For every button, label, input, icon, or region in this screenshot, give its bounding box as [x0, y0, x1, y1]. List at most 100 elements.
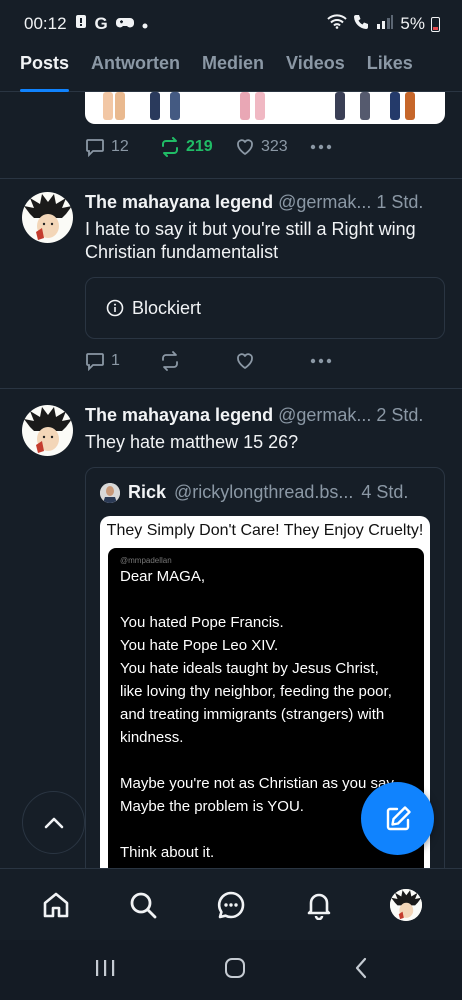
nav-chat[interactable]: [201, 875, 261, 935]
tab-medien[interactable]: Medien: [202, 48, 264, 92]
nav-notifications[interactable]: [289, 875, 349, 935]
signal-icon: [376, 14, 394, 34]
repost-button[interactable]: 219: [160, 137, 235, 157]
like-button[interactable]: 323: [235, 137, 310, 157]
profile-tabs: Posts Antworten Medien Videos Likes: [0, 48, 462, 92]
avatar[interactable]: [22, 405, 73, 456]
home-icon: [43, 892, 69, 917]
chevron-up-icon: [44, 817, 63, 828]
wifi-icon: [327, 14, 348, 34]
more-button[interactable]: [310, 144, 385, 150]
illustration-figure: [390, 92, 400, 120]
chat-icon: [217, 891, 245, 918]
heart-icon: [237, 353, 253, 369]
avatar[interactable]: [22, 192, 73, 243]
illustration-figure: [240, 92, 250, 120]
post-header: The mahayana legend @germak... 2 Std.: [85, 405, 450, 426]
reply-icon: [86, 139, 104, 157]
heart-icon: [237, 139, 253, 155]
author-handle[interactable]: @germak...: [278, 405, 371, 425]
post-text: I hate to say it but you're still a Righ…: [85, 219, 416, 262]
meme-gap: [120, 749, 414, 772]
status-bar: 00:12 G 5%: [0, 0, 462, 48]
quote-author[interactable]: Rick: [128, 482, 166, 503]
profile-avatar: [390, 888, 423, 921]
reply-button[interactable]: 12: [85, 137, 160, 157]
author-name[interactable]: The mahayana legend: [85, 405, 273, 425]
compose-icon: [386, 805, 411, 830]
search-icon: [130, 892, 157, 918]
illustration-figure: [405, 92, 415, 120]
more-icon: [310, 144, 332, 150]
status-time: 00:12: [24, 14, 67, 33]
illustration-figure: [360, 92, 370, 120]
meme-line: and treating immigrants (strangers) with: [120, 706, 385, 723]
quote-handle[interactable]: @rickylongthread.bs...: [174, 482, 353, 503]
tab-posts[interactable]: Posts: [20, 48, 70, 92]
meme-line: like loving thy neighbor, feeding the po…: [120, 683, 392, 700]
back-button[interactable]: [354, 957, 368, 984]
post-image[interactable]: [85, 92, 445, 124]
repost-icon: [162, 351, 178, 371]
nav-home[interactable]: [26, 875, 86, 935]
reply-count: 12: [111, 138, 129, 155]
post-time: 1 Std.: [376, 192, 424, 212]
tab-likes[interactable]: Likes: [367, 48, 413, 92]
compose-button[interactable]: [361, 782, 434, 855]
like-count: 323: [261, 138, 288, 155]
battery-icon: [431, 16, 440, 32]
blocked-embed[interactable]: Blockiert: [85, 277, 445, 339]
quote-time: 4 Std.: [361, 482, 409, 502]
gamepad-icon: [115, 14, 134, 34]
status-right: 5%: [327, 14, 440, 35]
meme-line: Dear MAGA,: [120, 568, 206, 585]
like-button[interactable]: [235, 351, 310, 371]
illustration-figure: [115, 92, 125, 120]
post-header: The mahayana legend @germak... 1 Std.: [85, 192, 450, 213]
meme-line: Maybe you're not as Christian as you say…: [120, 775, 397, 792]
feed: 12 219 323 The mahayana legend @germak..…: [0, 92, 462, 868]
nav-profile[interactable]: [376, 875, 436, 935]
bottom-nav: [0, 868, 462, 940]
author-handle[interactable]: @germak...: [278, 192, 371, 212]
meme-line: You hate Pope Leo XIV.: [120, 637, 279, 654]
repost-icon: [162, 137, 178, 157]
avatar-image: [24, 194, 72, 240]
author-name[interactable]: The mahayana legend: [85, 192, 273, 212]
reply-button[interactable]: 1: [85, 351, 160, 371]
nav-search[interactable]: [113, 875, 173, 935]
meme-line: You hate ideals taught by Jesus Christ,: [120, 660, 379, 677]
reply-icon: [86, 353, 104, 371]
recents-button[interactable]: [94, 959, 116, 982]
quote-header: Rick @rickylongthread.bs... 4 Std.: [100, 482, 408, 503]
meme-title: They Simply Don't Care! They Enjoy Cruel…: [106, 522, 424, 539]
meme-handle: @mmpadellan: [120, 556, 172, 565]
illustration-figure: [150, 92, 160, 120]
back-icon: [355, 957, 367, 978]
meme-line: You hated Pope Francis.: [120, 614, 284, 631]
home-circle-icon: [225, 957, 245, 978]
post-actions: 1: [85, 351, 385, 371]
quote-avatar: [100, 482, 120, 503]
bell-icon: [307, 893, 330, 920]
system-nav: [0, 940, 462, 1000]
illustration-figure: [335, 92, 345, 120]
post-divider: [0, 178, 462, 179]
tab-videos[interactable]: Videos: [286, 48, 345, 92]
recents-icon: [96, 959, 115, 976]
meme-line: kindness.: [120, 729, 184, 746]
illustration-figure: [255, 92, 265, 120]
home-button[interactable]: [224, 957, 246, 984]
more-button[interactable]: [310, 358, 385, 364]
post-text: They hate matthew 15 26?: [85, 432, 299, 452]
avatar-image: [24, 407, 72, 453]
repost-button[interactable]: [160, 351, 235, 371]
tab-antworten[interactable]: Antworten: [91, 48, 180, 92]
call-icon: [353, 14, 370, 35]
post-divider: [0, 388, 462, 389]
status-left: 00:12 G: [24, 14, 148, 34]
google-icon: G: [94, 14, 108, 33]
blocked-label: Blockiert: [132, 297, 202, 318]
info-icon: [106, 299, 124, 317]
scroll-to-top-button[interactable]: [22, 791, 85, 854]
